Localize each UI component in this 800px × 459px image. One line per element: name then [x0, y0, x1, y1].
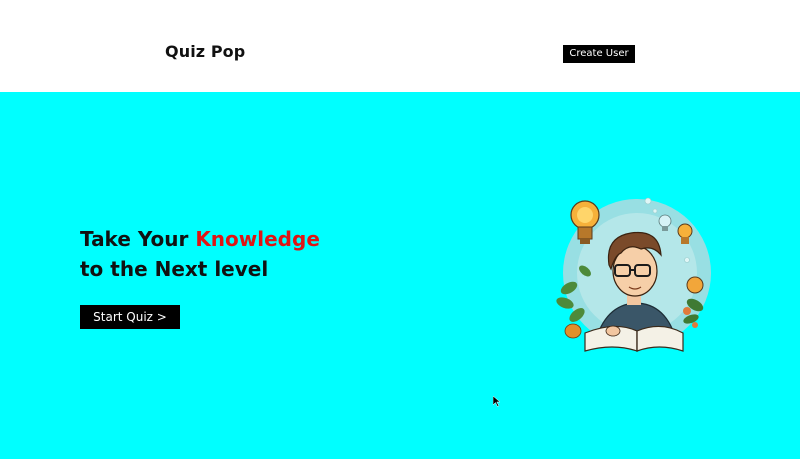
student-reading-illustration — [556, 197, 711, 352]
headline-line-2: to the Next level — [80, 257, 269, 281]
headline-line-1: Take Your Knowledge — [80, 224, 320, 254]
lightbulb-icon-lower — [686, 276, 704, 294]
headline-text: Take Your — [80, 227, 196, 251]
start-quiz-button[interactable]: Start Quiz > — [80, 305, 180, 329]
create-user-button[interactable]: Create User — [563, 45, 635, 63]
site-header: Quiz Pop Create User — [0, 0, 800, 92]
hero-headline: Take Your Knowledge to the Next level — [80, 224, 320, 284]
brand-logo-text[interactable]: Quiz Pop — [165, 42, 245, 61]
mouse-cursor-icon — [493, 396, 501, 407]
headline-accent: Knowledge — [195, 227, 320, 251]
open-book-icon — [584, 325, 684, 352]
